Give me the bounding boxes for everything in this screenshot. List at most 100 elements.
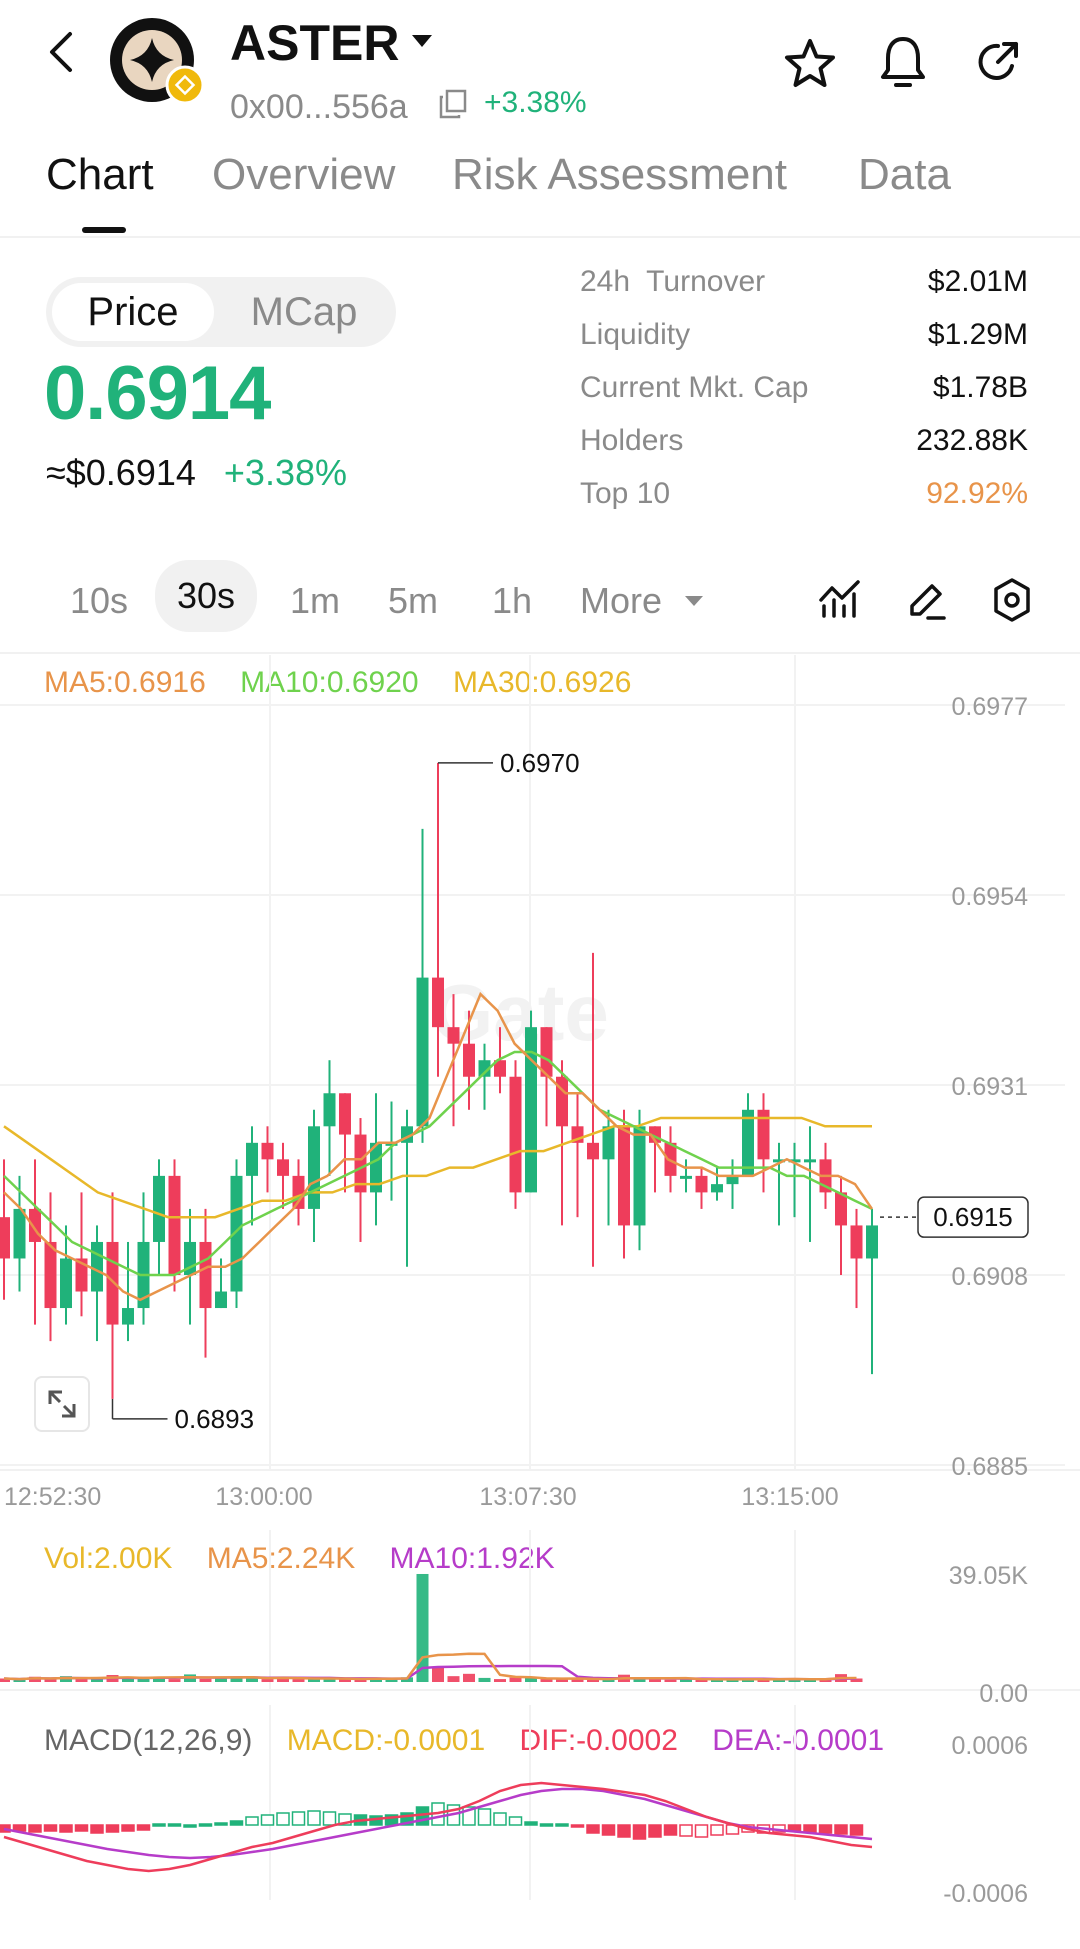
timeframe-10s[interactable]: 10s [70,580,128,622]
macd-hist-bar [322,1811,337,1826]
macd-hist-bar [198,1823,213,1827]
candle-body [695,1175,708,1193]
candle-body [447,1027,460,1044]
macd-hist-bar [601,1824,616,1836]
min-price-label: 0.6893 [175,1404,255,1434]
candle-body [835,1192,847,1226]
macd-hist-bar [183,1824,197,1828]
stat-label-liquidity: Liquidity [580,318,691,351]
volume-bar [292,1679,305,1682]
tab-risk-assessment[interactable]: Risk Assessment [452,150,787,200]
timeframe-1m[interactable]: 1m [290,580,340,622]
candle-body [106,1241,119,1325]
macd-hist-bar [834,1824,848,1835]
candle-body [680,1175,692,1179]
timeframe-5m[interactable]: 5m [388,580,438,622]
volume-bar [509,1677,522,1682]
tab-chart[interactable]: Chart [46,150,154,200]
macd-chart: 0.0006 -0.0006 [0,1705,1028,1908]
volume-bar [664,1679,677,1682]
macd-hist-bar [105,1824,120,1833]
stat-value-turnover: $2.01M [927,265,1028,298]
hexagon-settings-icon[interactable] [990,576,1034,624]
y-tick-label: 0.6977 [952,693,1028,721]
volume-bar [246,1678,258,1682]
candle-body [416,977,429,1127]
main-tabs: Chart Overview Risk Assessment Data [46,150,1046,210]
macd-hist-bar [477,1808,492,1826]
x-tick-label: 13:15:00 [741,1483,838,1511]
macd-hist-bar [632,1824,647,1840]
tab-data[interactable]: Data [858,150,951,200]
macd-hist-bar [663,1824,678,1836]
macd-hist-bar [121,1824,135,1832]
x-tick-label: 13:07:30 [479,1483,576,1511]
volume-bar [478,1677,491,1682]
stat-value-holders: 232.88K [916,424,1028,457]
y-tick-label: 0.6885 [952,1453,1028,1481]
volume-bar [199,1678,212,1682]
candle-body [463,1043,475,1077]
macd-tick-label: 0.0006 [952,1732,1028,1760]
volume-bar [463,1673,475,1682]
share-icon[interactable] [972,36,1024,88]
candle-body [246,1142,258,1176]
y-tick-label: 0.6908 [952,1263,1028,1291]
indicator-icon[interactable] [818,578,862,620]
candle-body [60,1258,72,1309]
expand-chart-button[interactable] [34,1376,90,1432]
candle-body [850,1225,863,1259]
macd-hist-bar [849,1824,864,1836]
mcap-toggle-button[interactable]: MCap [224,283,384,341]
volume-bar [261,1679,274,1682]
candle-body [91,1241,103,1292]
macd-hist-bar [229,1820,244,1826]
more-caret-icon[interactable] [684,594,704,608]
candle-body [153,1175,165,1242]
macd-hist-bar [570,1824,585,1828]
back-icon[interactable] [40,30,80,74]
price-toggle-button[interactable]: Price [52,283,214,341]
candle-body [618,1126,630,1226]
macd-hist-bar [291,1811,306,1826]
token-name[interactable]: ASTER [230,14,399,72]
candle-body [866,1225,878,1259]
macd-hist-bar [214,1822,228,1826]
candle-body [215,1291,227,1309]
macd-hist-bar [136,1824,151,1831]
timeframe-30s[interactable]: 30s [155,560,258,632]
macd-hist-bar [803,1824,817,1833]
candle-body [432,977,444,1028]
candle-body [509,1076,522,1193]
max-price-label: 0.6970 [500,748,580,778]
macd-hist-bar [586,1824,600,1834]
macd-hist-bar [539,1823,554,1827]
volume-bar [416,1573,429,1682]
candle-body [711,1184,723,1193]
star-icon[interactable] [784,38,836,88]
candlestick-chart[interactable]: Gate 0.69770.69540.69310.69080.6885 12:5… [0,650,1080,1630]
timeframe-1h[interactable]: 1h [492,580,532,622]
macd-hist-bar [167,1823,182,1827]
contract-address: 0x00...556a [230,88,408,126]
candle-body [13,1208,26,1259]
candle-body [804,1159,816,1163]
macd-hist-bar [555,1823,569,1827]
copy-icon[interactable] [438,88,468,120]
caret-down-icon[interactable] [410,32,434,50]
candle-body [742,1109,754,1176]
stat-label-holders: Holders [580,424,684,457]
timeframe-more[interactable]: More [580,580,662,622]
candle-body [0,1217,10,1259]
tab-overview[interactable]: Overview [212,150,395,200]
volume-bar [168,1679,181,1682]
header-change: +3.38% [484,86,587,119]
pen-icon[interactable] [904,578,948,622]
current-price: 0.6914 [44,351,271,436]
bnb-badge-icon [165,65,205,105]
candle-body [168,1175,181,1275]
volume-chart: 39.05K0.00 [0,1530,1080,1708]
macd-hist-bar [307,1810,321,1826]
bell-icon[interactable] [878,34,928,90]
x-tick-label: 12:52:30 [4,1483,101,1511]
